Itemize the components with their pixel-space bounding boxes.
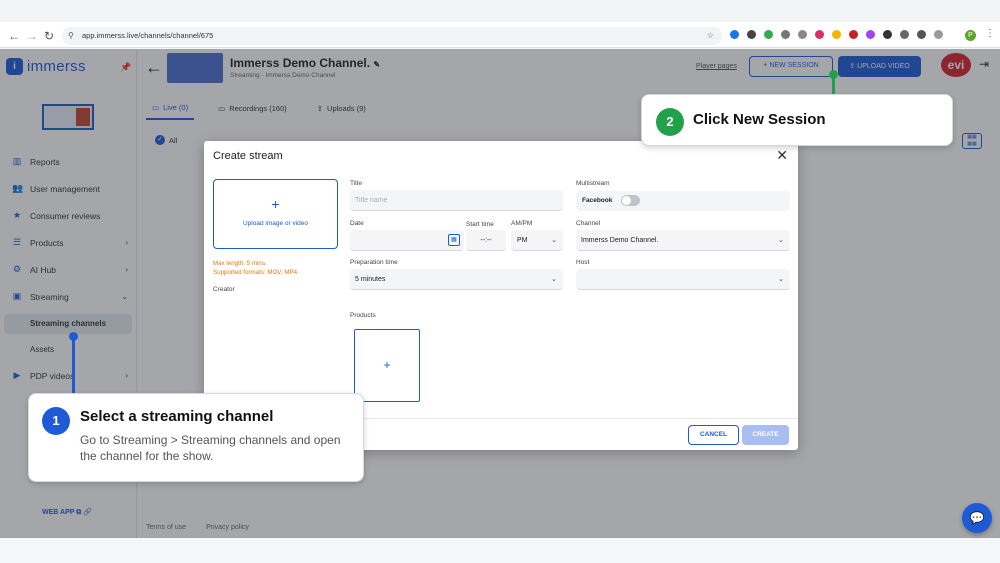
- tutorial-callout-step-2: 2 Click New Session: [641, 94, 953, 146]
- plus-icon: +: [271, 196, 280, 212]
- chat-icon: 💬: [969, 511, 985, 525]
- tutorial-callout-step-1: 1 Select a streaming channel Go to Strea…: [28, 393, 364, 482]
- extension-icon[interactable]: [730, 30, 739, 39]
- profile-avatar[interactable]: P: [965, 30, 976, 41]
- products-label: Products: [350, 312, 376, 319]
- preparation-time-select[interactable]: 5 minutes ⌄: [350, 269, 563, 290]
- upload-requirements: Max length: 5 mins. Supported formats: M…: [213, 260, 299, 276]
- chevron-down-icon: ⌄: [778, 237, 784, 244]
- extension-icon[interactable]: [815, 30, 824, 39]
- create-button[interactable]: CREATE: [742, 425, 789, 445]
- browser-tabstrip: [0, 0, 1000, 22]
- upload-label: Upload image or video: [242, 220, 309, 227]
- callout-description: Go to Streaming > Streaming channels and…: [80, 433, 341, 463]
- channel-label: Channel: [576, 220, 601, 227]
- chat-support-button[interactable]: 💬: [962, 503, 992, 533]
- facebook-multistream-row: Facebook: [576, 191, 790, 211]
- split-view-icon[interactable]: [934, 30, 943, 39]
- host-select[interactable]: ⌄: [576, 269, 790, 290]
- add-product-button[interactable]: +: [354, 329, 420, 402]
- date-field[interactable]: ▦: [350, 230, 464, 251]
- channel-select[interactable]: Immerss Demo Channel. ⌄: [576, 230, 790, 251]
- extension-icon[interactable]: [849, 30, 858, 39]
- calendar-icon[interactable]: ▦: [448, 234, 460, 246]
- start-time-label: Start time: [466, 221, 494, 228]
- back-nav-icon[interactable]: ←: [8, 29, 20, 43]
- chevron-down-icon: ⌄: [551, 276, 557, 283]
- step-number-badge: 2: [656, 108, 684, 136]
- extension-icon[interactable]: [798, 30, 807, 39]
- reload-icon[interactable]: ↻: [44, 29, 54, 43]
- address-bar[interactable]: ⚲ app.immerss.live/channels/channel/675 …: [62, 27, 722, 45]
- step-number-badge: 1: [42, 407, 70, 435]
- ampm-label: AM/PM: [511, 220, 533, 227]
- url-text: app.immerss.live/channels/channel/675: [82, 31, 214, 40]
- facebook-label: Facebook: [582, 197, 613, 204]
- bookmark-star-icon[interactable]: ☆: [707, 27, 714, 45]
- extension-icon[interactable]: [781, 30, 790, 39]
- upload-media-dropzone[interactable]: + Upload image or video: [213, 179, 338, 249]
- step-1-pointer-line: [72, 337, 75, 394]
- forward-nav-icon[interactable]: →: [26, 29, 38, 43]
- step-2-pointer-dot: [829, 70, 838, 79]
- callout-title: Click New Session: [693, 111, 826, 128]
- puzzle-icon[interactable]: [900, 30, 909, 39]
- chevron-down-icon: ⌄: [778, 276, 784, 283]
- preparation-time-label: Preparation time: [350, 259, 398, 266]
- host-label: Host: [576, 259, 590, 266]
- facebook-toggle[interactable]: [621, 195, 640, 206]
- callout-title: Select a streaming channel: [80, 408, 274, 425]
- ampm-select[interactable]: PM ⌄: [511, 230, 563, 251]
- page-bottom-band: [0, 538, 1000, 563]
- extension-icon[interactable]: [832, 30, 841, 39]
- site-info-icon[interactable]: ⚲: [68, 27, 74, 45]
- close-icon[interactable]: ✕: [776, 147, 788, 164]
- extension-icon[interactable]: [747, 30, 756, 39]
- title-input[interactable]: Title name: [350, 190, 563, 211]
- extension-icon[interactable]: [883, 30, 892, 39]
- start-time-field[interactable]: --:--: [466, 230, 506, 251]
- creator-label: Creator: [213, 286, 235, 293]
- cancel-button[interactable]: CANCEL: [688, 425, 739, 445]
- extension-icon[interactable]: [866, 30, 875, 39]
- dialog-title: Create stream: [213, 150, 283, 162]
- date-label: Date: [350, 220, 364, 227]
- title-label: Title: [350, 180, 363, 187]
- extensions-row: [730, 30, 943, 39]
- plus-icon: +: [383, 358, 391, 372]
- browser-toolbar: ← → ↻ ⚲ app.immerss.live/channels/channe…: [0, 0, 1000, 48]
- media-icon[interactable]: [917, 30, 926, 39]
- extension-icon[interactable]: [764, 30, 773, 39]
- step-1-pointer-dot: [69, 332, 78, 341]
- multistream-label: Multistream: [576, 180, 610, 187]
- browser-menu-icon[interactable]: ⋮: [985, 28, 995, 39]
- chevron-down-icon: ⌄: [551, 237, 557, 244]
